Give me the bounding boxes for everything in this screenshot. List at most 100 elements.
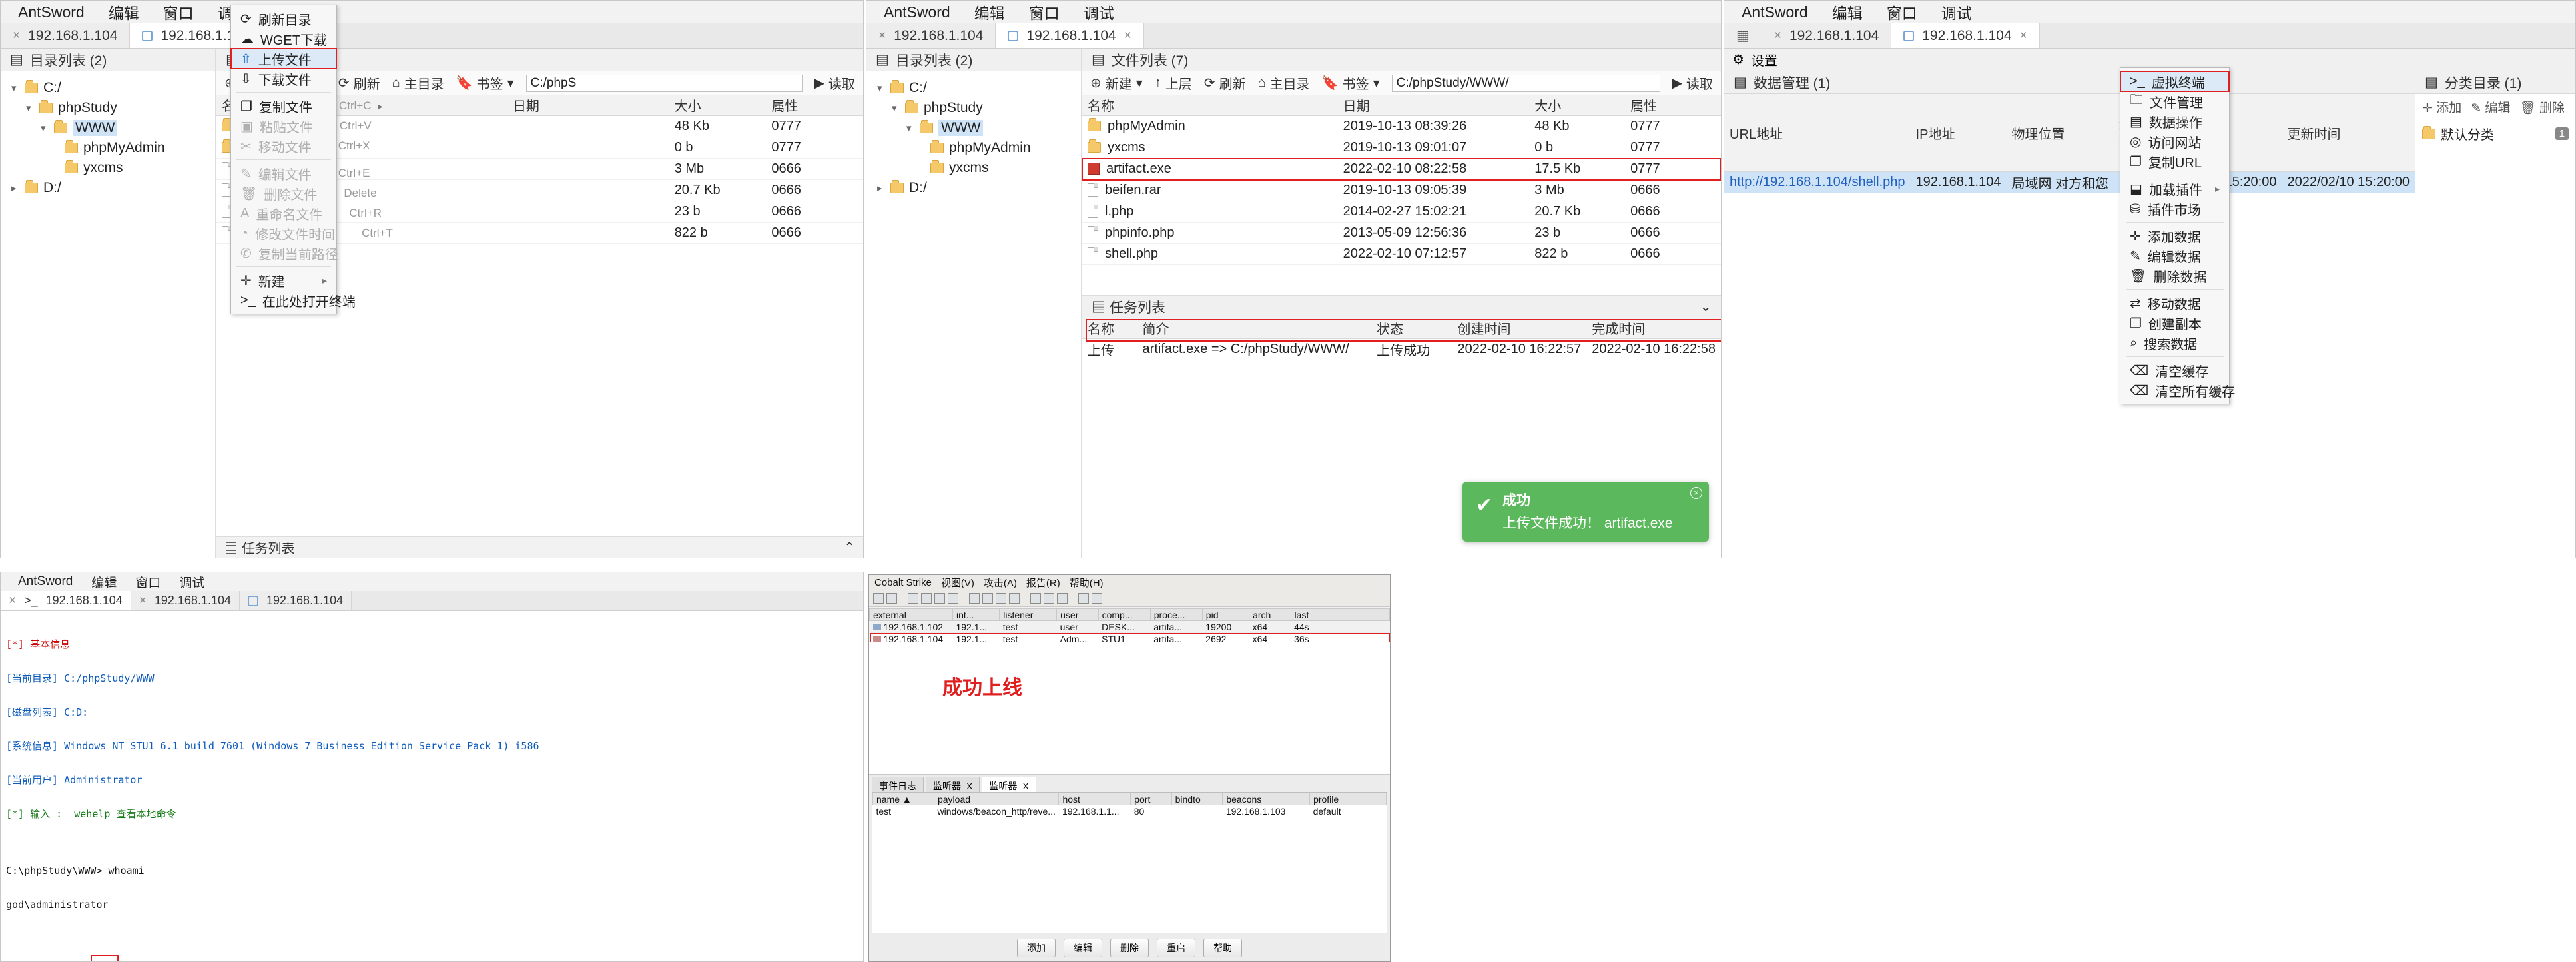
close-icon[interactable]: × [1124, 29, 1131, 43]
tree-item-yxcms[interactable]: yxcms [873, 158, 1081, 178]
table-row[interactable]: beifen.rar 2019-10-13 09:05:39 3 Mb 0666 [1082, 179, 1721, 201]
menu-item-edit-file[interactable]: ✎ 编辑文件 Ctrl+E [231, 163, 370, 183]
col-last[interactable]: last [1290, 608, 1391, 621]
tab-terminal-active[interactable]: × >_ 192.168.1.104 [1, 591, 131, 610]
menu-item-copy-path[interactable]: ✆ 复制当前路径 [231, 243, 338, 263]
col-listener[interactable]: listener [999, 608, 1058, 621]
menu-item-create-copy[interactable]: ❐ 创建副本 [2120, 313, 2229, 333]
scripts-icon[interactable] [1044, 592, 1054, 604]
tree-item-yxcms[interactable]: yxcms [7, 158, 215, 178]
close-icon[interactable]: × [139, 594, 147, 608]
menu-edit[interactable]: 编辑 [109, 1, 139, 23]
menu-item-load-plugin[interactable]: ⬓ 加载插件 ▸ [2120, 179, 2229, 199]
screenshots-icon[interactable] [1009, 592, 1020, 604]
category-item-label[interactable]: 默认分类 [2441, 124, 2494, 143]
menu-window[interactable]: 窗口 [135, 573, 161, 591]
cs-menu-report[interactable]: 报告(R) [1026, 576, 1060, 590]
graph-icon[interactable] [934, 592, 945, 604]
menu-item-data-operation[interactable]: ▤ 数据操作 [2120, 111, 2229, 131]
disconnect-icon[interactable] [886, 592, 897, 604]
tab-192-168-1-104-b[interactable]: 192.168.1.104 × [996, 23, 1144, 48]
payload-icon[interactable] [1030, 592, 1041, 604]
chevron-up-icon[interactable]: ⌃ [844, 539, 855, 556]
menu-item-clear-all-cache[interactable]: ⌫ 清空所有缓存 [2120, 380, 2235, 400]
menu-item-refresh-dir[interactable]: ⟳ 刷新目录 [231, 9, 336, 29]
credentials-icon[interactable] [969, 592, 980, 604]
chevron-down-icon[interactable]: ▾ [906, 122, 914, 134]
cs-menu-attack[interactable]: 攻击(A) [984, 576, 1017, 590]
table-row[interactable]: shell.php 2022-02-10 07:12:57 822 b 0666 [1082, 243, 1721, 265]
menu-item-move-data[interactable]: ⇄ 移动数据 [2120, 293, 2229, 313]
col-ip[interactable]: IP地址 [1910, 94, 2007, 172]
col-process[interactable]: proce... [1149, 608, 1203, 621]
close-icon[interactable]: × [9, 594, 16, 608]
tab-192-168-1-104-a[interactable]: × 192.168.1.104 [1762, 23, 1892, 48]
close-icon[interactable]: × [13, 29, 20, 43]
menu-item-new[interactable]: ✛ 新建 ▸ [231, 270, 336, 290]
about-icon[interactable] [1057, 592, 1068, 604]
tab-192-168-1-104-b[interactable]: 192.168.1.104 × [1891, 23, 2040, 48]
menu-debug[interactable]: 调试 [179, 573, 204, 591]
menu-item-add-data[interactable]: ✛ 添加数据 [2120, 226, 2229, 246]
read-button[interactable]: ▶ 读取 [814, 73, 855, 93]
col-url[interactable]: URL地址 [1724, 94, 1911, 172]
up-button[interactable]: ↑ 上层 [1155, 73, 1192, 93]
menu-window[interactable]: 窗口 [163, 1, 194, 23]
menu-antsword[interactable]: AntSword [18, 574, 73, 589]
menu-antsword[interactable]: AntSword [884, 3, 950, 21]
close-icon[interactable]: × [878, 29, 886, 43]
menu-antsword[interactable]: AntSword [18, 3, 85, 21]
col-pid[interactable]: pid [1201, 608, 1250, 621]
col-size[interactable]: 大小 [1529, 95, 1626, 116]
refresh-icon[interactable] [1092, 592, 1102, 604]
menu-window[interactable]: 窗口 [1887, 1, 1917, 23]
col-computer[interactable]: comp... [1098, 608, 1151, 621]
tree-item-www[interactable]: ▾ WWW [873, 118, 1081, 138]
chevron-down-icon[interactable]: ⌄ [1700, 298, 1712, 315]
menu-item-virtual-terminal[interactable]: >_ 虚拟终端 [2120, 71, 2230, 92]
menu-item-rename-file[interactable]: A 重命名文件 Ctrl+R [231, 203, 382, 223]
col-name[interactable]: name ▲ [872, 793, 934, 805]
col-name[interactable]: 名称 [1082, 95, 1338, 116]
table-row[interactable]: l.php 2014-02-27 15:02:21 20.7 Kb 0666 [1082, 201, 1721, 223]
tree-item-phpstudy[interactable]: ▾ phpStudy [7, 98, 215, 118]
menu-antsword[interactable]: AntSword [1742, 3, 1808, 21]
refresh-button[interactable]: ⟳ 刷新 [1204, 73, 1246, 93]
settings-icon[interactable] [1078, 592, 1089, 604]
chevron-down-icon[interactable]: ▾ [41, 122, 49, 134]
refresh-button[interactable]: ⟳ 刷新 [338, 73, 380, 93]
connect-icon[interactable] [873, 592, 884, 604]
task-list-footer-1[interactable]: ▤ 任务列表 [224, 538, 295, 557]
col-date[interactable]: 日期 [507, 95, 669, 116]
tree-item-phpstudy[interactable]: ▾ phpStudy [873, 98, 1081, 118]
tab-terminal-c[interactable]: 192.168.1.104 [240, 591, 352, 610]
tree-item-d[interactable]: ▸ D:/ [873, 178, 1081, 198]
chevron-down-icon[interactable]: ▾ [11, 82, 19, 94]
close-icon[interactable]: X [1022, 781, 1028, 791]
tab-grid-view[interactable]: ▦ [1724, 23, 1762, 48]
col-size[interactable]: 大小 [669, 95, 767, 116]
close-icon[interactable]: × [1774, 29, 1781, 43]
terminal-output[interactable]: [*] 基本信息 [当前目录] C:/phpStudy/WWW [磁盘列表] C… [1, 612, 863, 961]
keystrokes-icon[interactable] [996, 592, 1006, 604]
chevron-right-icon[interactable]: ▸ [877, 182, 885, 194]
menu-item-delete-file[interactable]: 🗑 删除文件 Delete [231, 183, 377, 203]
table-row-artifact[interactable]: artifact.exe 2022-02-10 08:22:58 17.5 Kb 07… [1082, 157, 1721, 181]
menu-item-delete-data[interactable]: 🗑 删除数据 [2120, 266, 2229, 286]
home-button[interactable]: ⌂ 主目录 [392, 73, 444, 93]
new-button[interactable]: ⊕ 新建 ▾ [1090, 73, 1143, 93]
menu-item-download-file[interactable]: ⇩ 下载文件 [231, 69, 336, 89]
menu-edit[interactable]: 编辑 [1832, 1, 1863, 23]
tree-item-phpmyadmin[interactable]: phpMyAdmin [873, 138, 1081, 158]
close-icon[interactable]: × [1690, 487, 1702, 499]
col-payload[interactable]: payload [933, 793, 1060, 805]
delete-button[interactable]: 删除 [1110, 939, 1149, 957]
tree-item-www[interactable]: ▾ WWW [7, 118, 215, 138]
table-row[interactable]: 上传 artifact.exe => C:/phpStudy/WWW/ 上传成功… [1082, 338, 1721, 360]
path-input[interactable]: C:/phpStudy/WWW/ [1391, 74, 1660, 92]
tree-item-c[interactable]: ▾ C:/ [7, 78, 215, 98]
menu-item-wget-download[interactable]: ☁ WGET下载 [231, 29, 336, 49]
col-attr[interactable]: 属性 [766, 95, 863, 116]
col-updated[interactable]: 更新时间 [2282, 94, 2415, 172]
category-delete-button[interactable]: 🗑 删除 [2519, 98, 2564, 116]
